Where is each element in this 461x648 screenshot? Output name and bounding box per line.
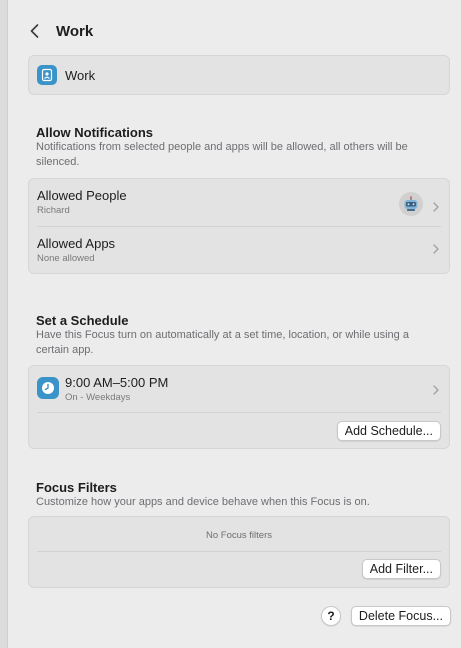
allowed-apps-subtitle: None allowed: [37, 253, 95, 264]
focus-name-card[interactable]: Work: [28, 55, 450, 95]
allow-notifications-title: Allow Notifications: [36, 125, 153, 140]
focus-filters-description: Customize how your apps and device behav…: [36, 496, 370, 508]
sidebar-edge: [0, 0, 8, 648]
allowed-people-subtitle: Richard: [37, 205, 70, 216]
chevron-left-icon: [30, 24, 38, 38]
chevron-right-icon: [431, 200, 441, 214]
delete-focus-button[interactable]: Delete Focus...: [350, 606, 451, 626]
focus-name-label: Work: [65, 67, 96, 83]
allow-notifications-card: Allowed People Richard Allowed Apps None…: [28, 178, 450, 274]
allowed-people-row[interactable]: Allowed People Richard: [29, 188, 449, 224]
row-divider: [37, 551, 441, 552]
allow-notifications-description: Notifications from selected people and a…: [36, 141, 408, 168]
clock-icon: [37, 377, 59, 399]
focus-detail-pane: Work Work Allow Notifications Notificati…: [8, 0, 461, 648]
add-schedule-button[interactable]: Add Schedule...: [336, 421, 441, 441]
schedule-time: 9:00 AM–5:00 PM: [65, 375, 169, 390]
allowed-apps-row[interactable]: Allowed Apps None allowed: [29, 236, 449, 272]
allowed-people-title: Allowed People: [37, 188, 127, 203]
chevron-right-icon: [431, 242, 441, 256]
robot-avatar-icon: [399, 192, 423, 216]
focus-filters-title: Focus Filters: [36, 480, 117, 495]
row-divider: [37, 226, 441, 227]
focus-settings-window: Work Work Allow Notifications Notificati…: [0, 0, 461, 648]
back-button[interactable]: [26, 20, 42, 42]
schedule-days: On - Weekdays: [65, 392, 131, 403]
schedule-title: Set a Schedule: [36, 313, 129, 328]
schedule-item-row[interactable]: 9:00 AM–5:00 PM On - Weekdays: [29, 375, 449, 409]
schedule-description: Have this Focus turn on automatically at…: [36, 329, 409, 356]
page-header: Work: [26, 20, 93, 42]
allowed-apps-title: Allowed Apps: [37, 236, 116, 251]
row-divider: [37, 412, 441, 413]
focus-filters-card: No Focus filters Add Filter...: [28, 516, 450, 588]
schedule-card: 9:00 AM–5:00 PM On - Weekdays Add Schedu…: [28, 365, 450, 449]
chevron-right-icon: [431, 383, 441, 397]
add-filter-button[interactable]: Add Filter...: [361, 559, 441, 579]
page-title: Work: [56, 22, 94, 40]
person-badge-icon: [37, 65, 57, 85]
no-filters-label: No Focus filters: [206, 530, 272, 541]
help-button[interactable]: ?: [321, 606, 341, 626]
